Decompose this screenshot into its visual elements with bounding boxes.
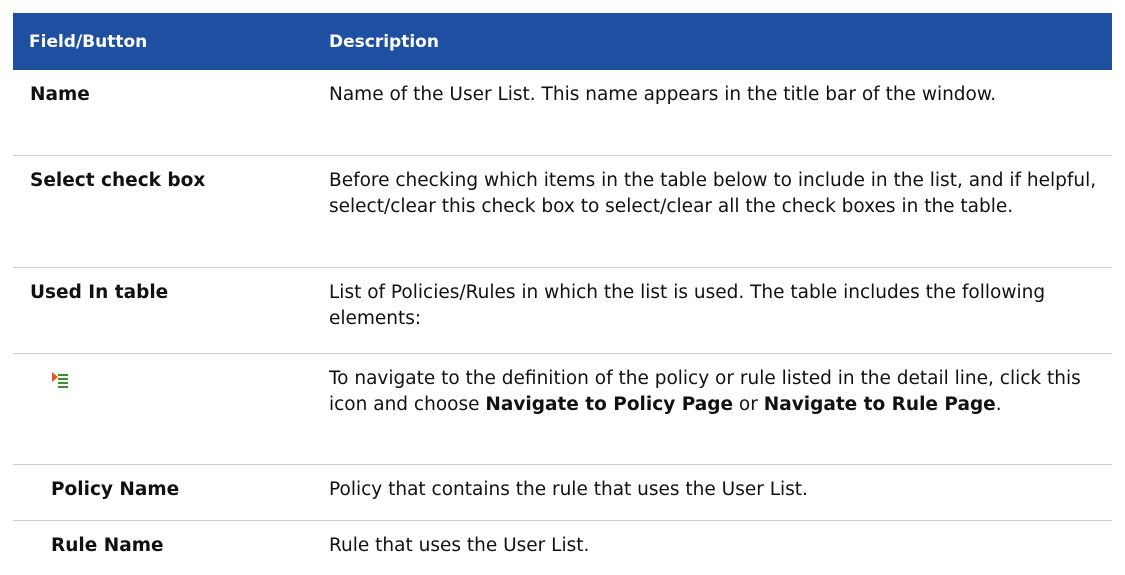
field-description: List of Policies/Rules in which the list…: [329, 282, 1046, 329]
field-description: Name of the User List. This name appears…: [329, 84, 997, 105]
field-name: Used In table: [30, 282, 169, 303]
icon-cell: [13, 354, 315, 464]
field-name: Select check box: [30, 170, 206, 191]
field-description: Policy that contains the rule that uses …: [329, 479, 808, 500]
table-row: Policy Name Policy that contains the rul…: [13, 465, 1112, 521]
navigate-menu-icon[interactable]: [52, 371, 68, 389]
table-row: To navigate to the definition of the pol…: [13, 354, 1112, 465]
table-row: Select check box Before checking which i…: [13, 156, 1112, 268]
table-row: Used In table List of Policies/Rules in …: [13, 268, 1112, 354]
table-row: Name Name of the User List. This name ap…: [13, 70, 1112, 156]
table-row: Rule Name Rule that uses the User List.: [13, 521, 1112, 571]
navigate-policy-option: Navigate to Policy Page: [485, 394, 734, 415]
navigate-rule-option: Navigate to Rule Page: [763, 394, 996, 415]
field-name: Policy Name: [51, 479, 180, 500]
field-description-table: Field/Button Description Name Name of th…: [13, 13, 1112, 571]
header-field-button: Field/Button: [29, 31, 148, 52]
field-name: Name: [30, 84, 90, 105]
field-description: To navigate to the definition of the pol…: [329, 368, 1081, 415]
header-description: Description: [329, 31, 439, 52]
field-description: Rule that uses the User List.: [329, 535, 590, 556]
field-description: Before checking which items in the table…: [329, 170, 1097, 217]
table-header: Field/Button Description: [13, 13, 1112, 70]
field-name: Rule Name: [51, 535, 164, 556]
